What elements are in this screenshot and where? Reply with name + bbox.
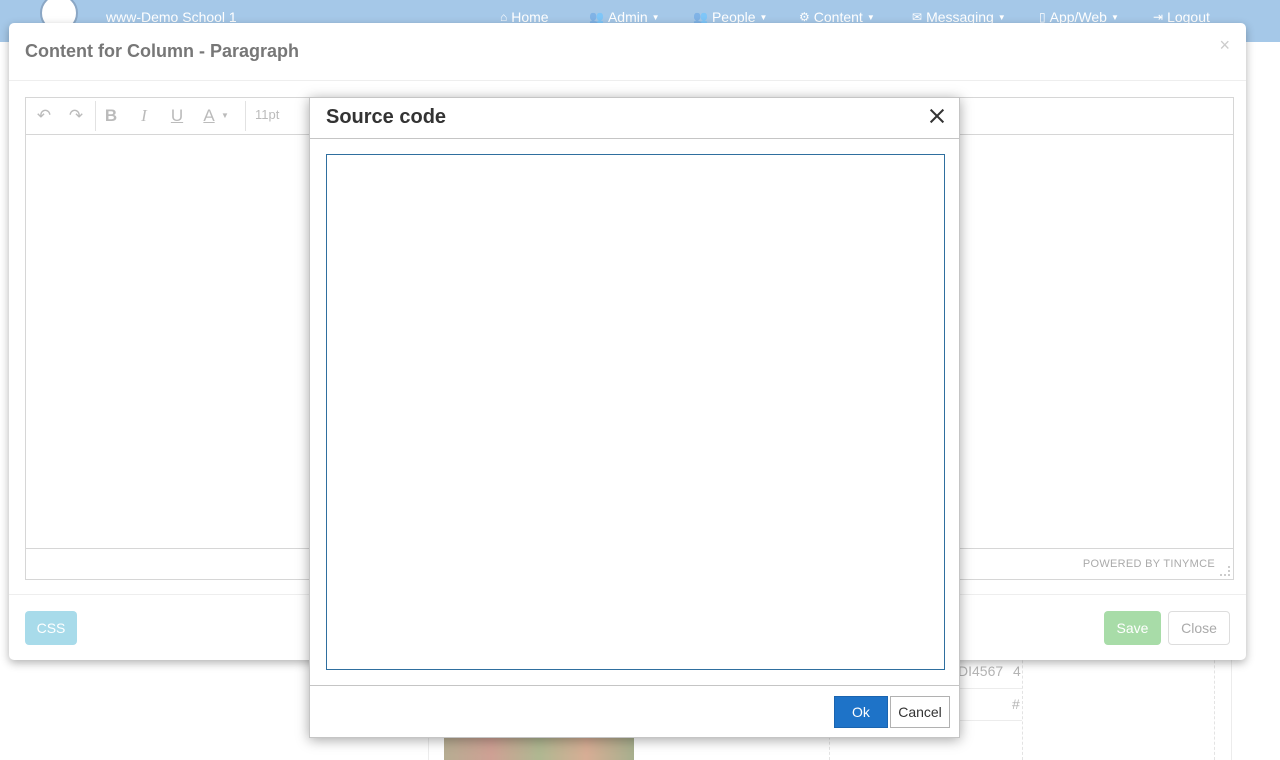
format-group: B I U A ▼ [96, 101, 246, 131]
close-button[interactable]: Close [1168, 611, 1230, 645]
close-icon[interactable]: × [1219, 35, 1230, 56]
dialog-title: Source code [326, 106, 447, 128]
resize-handle[interactable] [1220, 566, 1230, 576]
dialog-footer-divider [310, 685, 959, 686]
cancel-button[interactable]: Cancel [890, 696, 950, 728]
modal-header: Content for Column - Paragraph × [9, 23, 1246, 81]
source-code-textarea[interactable] [326, 154, 945, 670]
modal-title: Content for Column - Paragraph [25, 41, 299, 61]
source-code-dialog: Source code Ok Cancel [309, 97, 960, 738]
redo-icon[interactable]: ↷ [63, 104, 89, 128]
italic-icon[interactable]: I [131, 104, 157, 128]
save-button[interactable]: Save [1104, 611, 1161, 645]
bold-icon[interactable]: B [98, 104, 124, 128]
font-size-select[interactable]: 11pt [255, 107, 279, 122]
underline-icon[interactable]: U [164, 104, 190, 128]
dialog-header: Source code [310, 98, 959, 139]
ok-button[interactable]: Ok [834, 696, 888, 728]
history-group: ↶ ↷ [26, 101, 96, 131]
undo-icon[interactable]: ↶ [31, 104, 57, 128]
close-icon[interactable] [927, 105, 947, 127]
css-button[interactable]: CSS [25, 611, 77, 645]
powered-by-link[interactable]: POWERED BY TINYMCE [1083, 558, 1215, 570]
chevron-down-icon[interactable]: ▼ [218, 104, 232, 128]
